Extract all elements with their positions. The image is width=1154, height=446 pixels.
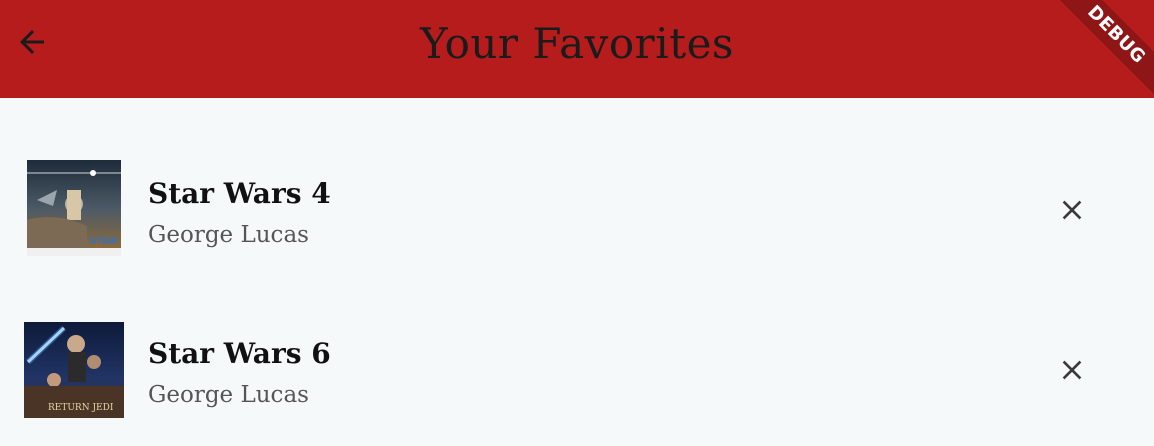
page-title: Your Favorites [420, 19, 734, 68]
movie-director: George Lucas [148, 382, 309, 408]
movie-title: Star Wars 6 [148, 337, 331, 370]
close-icon [1062, 200, 1082, 220]
movie-title: Star Wars 4 [148, 177, 331, 210]
remove-favorite-button[interactable] [1046, 184, 1098, 236]
movie-poster-image: STAR [27, 160, 121, 256]
list-item: STAR Star Wars 4 George Lucas [0, 160, 1154, 260]
remove-favorite-button[interactable] [1046, 344, 1098, 396]
svg-text:RETURN JEDI: RETURN JEDI [48, 403, 114, 413]
app-bar: Your Favorites DEBUG [0, 0, 1154, 98]
svg-text:STAR: STAR [89, 236, 118, 247]
list-item: RETURN JEDI Star Wars 6 George Lucas [0, 320, 1154, 420]
close-icon [1062, 360, 1082, 380]
movie-poster-image: RETURN JEDI [24, 322, 124, 418]
movie-director: George Lucas [148, 222, 309, 248]
